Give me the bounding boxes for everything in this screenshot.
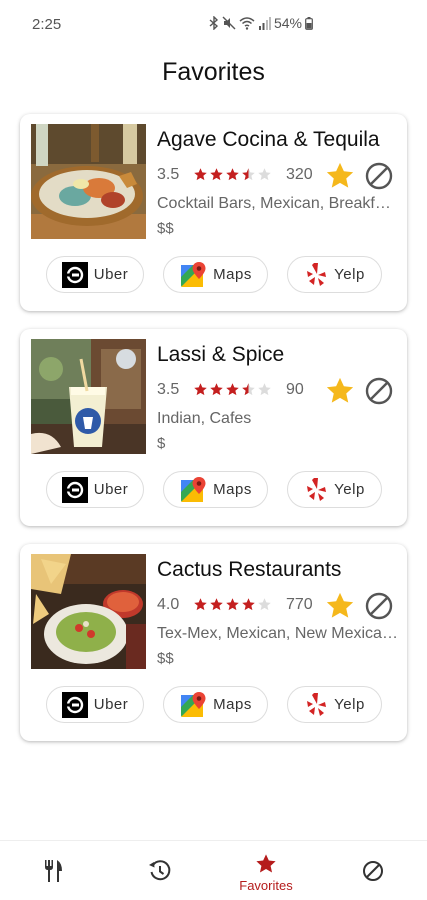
uber-label: Uber xyxy=(93,696,129,713)
nav-blocked[interactable] xyxy=(320,841,426,900)
rating-value: 3.5 xyxy=(157,381,180,398)
rating-row: 3.5 320 xyxy=(157,161,399,191)
status-bar: 2:25 54% xyxy=(0,0,427,48)
restaurant-name: Agave Cocina & Tequila xyxy=(157,128,380,151)
battery-percent: 54% xyxy=(273,15,302,31)
star-empty-icon xyxy=(258,598,271,611)
battery-icon xyxy=(305,16,313,30)
block-icon xyxy=(363,861,383,881)
maps-button[interactable]: Maps xyxy=(163,256,268,293)
uber-icon xyxy=(61,476,88,503)
restaurant-card[interactable]: Lassi & Spice 3.5 90 Indian, Cafes $ Ube… xyxy=(20,329,407,526)
uber-icon xyxy=(61,261,88,288)
favorite-star-icon[interactable] xyxy=(325,376,355,406)
star-full-icon xyxy=(242,598,255,611)
maps-button[interactable]: Maps xyxy=(163,471,268,508)
yelp-button[interactable]: Yelp xyxy=(287,256,382,293)
star-half-icon xyxy=(242,383,255,396)
restaurant-categories: Tex-Mex, Mexican, New Mexican Cuisine xyxy=(157,625,399,642)
star-full-icon xyxy=(194,168,207,181)
yelp-icon xyxy=(307,262,327,286)
maps-button[interactable]: Maps xyxy=(163,686,268,723)
page-title: Favorites xyxy=(162,58,265,86)
guacamole-chips-photo xyxy=(31,554,146,669)
favorite-star-icon[interactable] xyxy=(325,161,355,191)
block-icon[interactable] xyxy=(364,161,394,191)
yelp-icon xyxy=(307,692,327,716)
star-full-icon xyxy=(226,383,239,396)
yelp-label: Yelp xyxy=(334,696,365,713)
nav-favorites-label: Favorites xyxy=(239,878,293,893)
yelp-icon xyxy=(307,477,327,501)
nav-history[interactable] xyxy=(107,841,213,900)
maps-label: Maps xyxy=(213,481,252,498)
block-icon[interactable] xyxy=(364,376,394,406)
restaurant-card[interactable]: Agave Cocina & Tequila 3.5 320 Cocktail … xyxy=(20,114,407,311)
google-maps-icon xyxy=(181,261,206,287)
block-icon[interactable] xyxy=(364,591,394,621)
rating-value: 4.0 xyxy=(157,596,180,613)
review-count: 770 xyxy=(286,596,313,613)
mute-icon xyxy=(222,16,236,30)
restaurant-name: Cactus Restaurants xyxy=(157,558,342,581)
star-empty-icon xyxy=(258,383,271,396)
restaurant-card[interactable]: Cactus Restaurants 4.0 770 Tex-Mex, Mexi… xyxy=(20,544,407,741)
star-full-icon xyxy=(194,383,207,396)
uber-button[interactable]: Uber xyxy=(46,471,144,508)
restaurant-categories: Indian, Cafes xyxy=(157,410,252,427)
star-half-icon xyxy=(242,168,255,181)
star-rating xyxy=(193,167,272,182)
uber-button[interactable]: Uber xyxy=(46,686,144,723)
wifi-icon xyxy=(239,17,255,30)
uber-label: Uber xyxy=(93,481,129,498)
price-level: $$ xyxy=(157,650,174,667)
yelp-label: Yelp xyxy=(334,481,365,498)
fork-knife-icon xyxy=(45,860,62,882)
star-full-icon xyxy=(210,168,223,181)
star-full-icon xyxy=(210,598,223,611)
bottom-nav: Favorites xyxy=(0,840,427,900)
uber-button[interactable]: Uber xyxy=(46,256,144,293)
rating-value: 3.5 xyxy=(157,166,180,183)
lassi-drink-photo xyxy=(31,339,146,454)
yelp-label: Yelp xyxy=(334,266,365,283)
google-maps-icon xyxy=(181,476,206,502)
star-icon xyxy=(256,854,276,873)
uber-label: Uber xyxy=(93,266,129,283)
star-full-icon xyxy=(210,383,223,396)
google-maps-icon xyxy=(181,691,206,717)
restaurant-name: Lassi & Spice xyxy=(157,343,285,366)
yelp-button[interactable]: Yelp xyxy=(287,686,382,723)
star-full-icon xyxy=(194,598,207,611)
star-full-icon xyxy=(226,598,239,611)
restaurant-categories: Cocktail Bars, Mexican, Breakfast & Brun… xyxy=(157,195,399,212)
uber-icon xyxy=(61,691,88,718)
review-count: 320 xyxy=(286,166,313,183)
star-rating xyxy=(193,597,272,612)
favorite-star-icon[interactable] xyxy=(325,591,355,621)
star-full-icon xyxy=(226,168,239,181)
yelp-button[interactable]: Yelp xyxy=(287,471,382,508)
price-level: $$ xyxy=(157,220,174,237)
status-icons: 54% xyxy=(209,15,313,31)
price-level: $ xyxy=(157,435,166,452)
status-time: 2:25 xyxy=(32,16,62,33)
review-count: 90 xyxy=(286,381,304,398)
star-empty-icon xyxy=(258,168,271,181)
star-rating xyxy=(193,382,272,397)
history-icon xyxy=(149,860,171,881)
bluetooth-icon xyxy=(209,16,218,30)
nav-favorites[interactable]: Favorites xyxy=(213,841,319,900)
rating-row: 3.5 90 xyxy=(157,376,399,406)
signal-icon xyxy=(258,16,271,30)
mexican-dish-photo xyxy=(31,124,146,239)
maps-label: Maps xyxy=(213,696,252,713)
maps-label: Maps xyxy=(213,266,252,283)
rating-row: 4.0 770 xyxy=(157,591,399,621)
nav-restaurants[interactable] xyxy=(0,841,106,900)
